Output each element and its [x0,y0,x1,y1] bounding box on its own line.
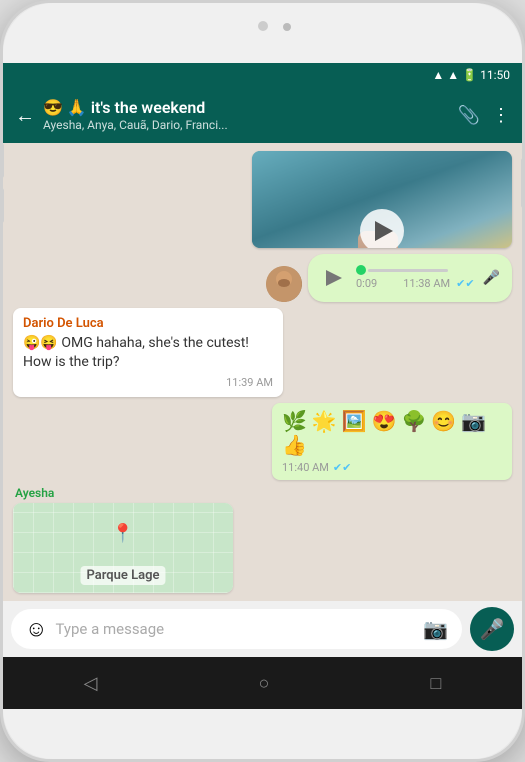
received-text-message: Dario De Luca 😜😝 OMG hahaha, she's the c… [13,308,283,397]
sender-avatar [266,266,302,302]
voice-time-row: 0:09 11:38 AM ✔✔ [356,277,475,290]
video-message[interactable]: 📹 0:14 11:35 AM [252,151,512,248]
voice-play-icon [326,270,342,286]
vol-up-button[interactable] [0,143,4,178]
attach-icon[interactable]: 📎 [458,105,480,126]
message-input-bar: ☺ Type a message 📷 🎤 [3,601,522,657]
sent-emoji-message: 🌿 🌟 🖼️ 😍 🌳 😊 📷 👍 11:40 AM ✔✔ [272,403,512,480]
voice-mic-icon: 🎤 [483,270,500,286]
chat-messages: 📹 0:14 11:35 AM [3,143,522,601]
location-bubble-content[interactable]: 📍 Parque Lage [13,503,233,593]
emoji-time: 11:40 AM [282,461,329,474]
emoji-ticks: ✔✔ [333,461,351,474]
camera-attach-button[interactable]: 📷 [423,617,448,641]
voice-record-button[interactable]: 🎤 [470,607,514,651]
clock: 11:50 [480,68,510,82]
status-bar: ▲ ▲ 🔋 11:50 [3,63,522,87]
back-button[interactable]: ← [15,103,35,128]
voice-read-ticks: ✔✔ [456,277,474,290]
waveform-progress [356,265,366,275]
nav-recents-button[interactable]: □ [411,665,462,702]
battery-icon: 🔋 [462,68,477,82]
menu-icon[interactable]: ⋮ [492,105,510,126]
play-icon [375,221,393,241]
voice-duration: 0:09 [356,277,377,290]
top-bezel [3,3,522,63]
chat-title: 😎 🙏 it's the weekend [43,98,450,117]
vol-down-button[interactable] [0,188,4,223]
mic-icon: 🎤 [480,617,505,641]
power-button[interactable] [521,158,525,208]
video-thumbnail: 📹 0:14 [252,151,512,248]
group-emoji: 😎 🙏 [43,98,87,117]
status-icons: ▲ ▲ 🔋 11:50 [432,68,510,82]
header-action-icons: 📎 ⋮ [458,105,510,126]
emoji-picker-button[interactable]: ☺ [25,616,47,642]
message-time: 11:39 AM [23,376,273,389]
phone-screen: ▲ ▲ 🔋 11:50 ← 😎 🙏 it's the weekend Ayesh… [3,63,522,709]
location-place-name: Parque Lage [80,566,165,585]
group-members: Ayesha, Anya, Cauã, Dario, Franci... [43,118,450,132]
location-sender: Ayesha [13,486,233,500]
message-input-placeholder[interactable]: Type a message [55,620,415,638]
voice-play-button[interactable] [320,264,348,292]
voice-timestamp: 11:38 AM [403,277,450,290]
signal-icon: ▲ [432,68,444,82]
group-name: it's the weekend [91,98,205,117]
location-message: Ayesha 📍 Parque Lage [13,486,233,593]
message-input-field[interactable]: ☺ Type a message 📷 [11,609,462,649]
location-map: 📍 Parque Lage [13,503,233,593]
chat-header: ← 😎 🙏 it's the weekend Ayesha, Anya, Cau… [3,87,522,143]
waveform-track [368,269,448,272]
camera-dot [258,21,268,31]
message-sender-name: Dario De Luca [23,316,273,331]
phone-frame: ▲ ▲ 🔋 11:50 ← 😎 🙏 it's the weekend Ayesh… [0,0,525,762]
header-title-area: 😎 🙏 it's the weekend Ayesha, Anya, Cauã,… [43,98,450,132]
navigation-bar: ◁ ○ □ [3,657,522,709]
bottom-bezel [3,709,522,759]
wifi-icon: ▲ [447,68,459,82]
speaker-dot [283,23,291,31]
voice-message: 0:09 11:38 AM ✔✔ 🎤 [266,254,512,302]
voice-waveform [356,265,475,275]
video-play-button[interactable] [360,209,404,248]
voice-bubble-content[interactable]: 0:09 11:38 AM ✔✔ 🎤 [308,254,512,302]
nav-back-button[interactable]: ◁ [64,665,118,702]
nav-home-button[interactable]: ○ [239,665,290,702]
emoji-content: 🌿 🌟 🖼️ 😍 🌳 😊 📷 👍 [282,409,502,457]
message-text: 😜😝 OMG hahaha, she's the cutest! How is … [23,334,273,373]
map-pin-icon: 📍 [112,523,134,544]
